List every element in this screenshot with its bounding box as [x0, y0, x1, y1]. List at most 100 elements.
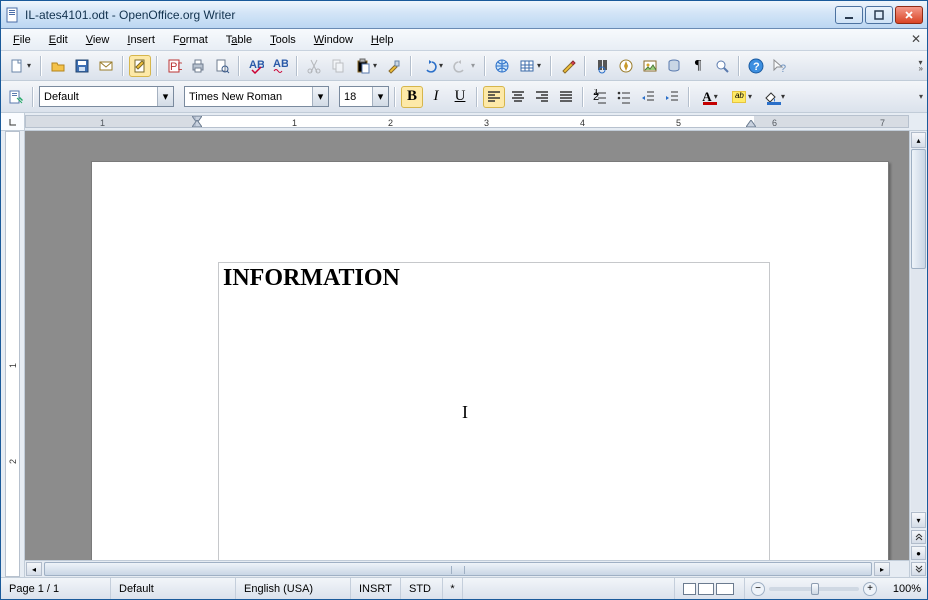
align-left-button[interactable]	[483, 86, 505, 108]
scroll-right-button[interactable]: ▸	[874, 562, 890, 576]
bold-button[interactable]: B	[401, 86, 423, 108]
horizontal-scrollbar[interactable]: ◂ ▸	[25, 560, 909, 577]
spellcheck-button[interactable]: ABC	[245, 55, 267, 77]
open-button[interactable]	[47, 55, 69, 77]
navigator-button[interactable]	[615, 55, 637, 77]
status-selection[interactable]: STD	[401, 578, 443, 599]
align-center-button[interactable]	[507, 86, 529, 108]
decrease-indent-button[interactable]	[637, 86, 659, 108]
svg-text:ABC: ABC	[273, 58, 288, 70]
status-modified: *	[443, 578, 463, 599]
paste-button[interactable]: ▾	[351, 55, 381, 77]
new-button[interactable]: ▾	[5, 55, 35, 77]
zoom-out-button[interactable]: −	[751, 582, 765, 596]
view-layout-buttons[interactable]	[675, 578, 745, 599]
styles-button[interactable]	[5, 86, 27, 108]
status-style[interactable]: Default	[111, 578, 236, 599]
auto-spellcheck-button[interactable]: ABC	[269, 55, 291, 77]
tab-stop-icon[interactable]	[1, 113, 24, 131]
zoom-button[interactable]	[711, 55, 733, 77]
vertical-scrollbar[interactable]: ▴ ▾ ●	[909, 131, 927, 577]
menu-insert[interactable]: Insert	[119, 31, 163, 49]
export-pdf-button[interactable]: PDF	[163, 55, 185, 77]
zoom-slider[interactable]: − + 100%	[745, 582, 927, 596]
menu-tools[interactable]: Tools	[262, 31, 304, 49]
font-color-button[interactable]: A▾	[695, 86, 725, 108]
redo-button[interactable]: ▾	[449, 55, 479, 77]
minimize-button[interactable]	[835, 6, 863, 24]
hyperlink-button[interactable]	[491, 55, 513, 77]
numbered-list-button[interactable]: 12	[589, 86, 611, 108]
svg-text:?: ?	[753, 61, 760, 73]
navigation-button[interactable]: ●	[911, 546, 926, 560]
table-button[interactable]: ▾	[515, 55, 545, 77]
app-icon	[5, 7, 21, 23]
status-language[interactable]: English (USA)	[236, 578, 351, 599]
menu-table[interactable]: Table	[218, 31, 260, 49]
scroll-down-button[interactable]: ▾	[911, 512, 926, 528]
heading-text: INFORMATION	[223, 265, 765, 292]
show-draw-button[interactable]	[557, 55, 579, 77]
email-button[interactable]	[95, 55, 117, 77]
underline-button[interactable]: U	[449, 86, 471, 108]
next-page-button[interactable]	[911, 562, 926, 576]
copy-button[interactable]	[327, 55, 349, 77]
print-preview-button[interactable]	[211, 55, 233, 77]
bullet-list-button[interactable]	[613, 86, 635, 108]
horizontal-ruler[interactable]: 1 1 2 3 4 5 6 7	[25, 115, 909, 128]
svg-text:?: ?	[780, 63, 786, 74]
paragraph-style-combo[interactable]: Default▾	[39, 86, 174, 107]
zoom-value[interactable]: 100%	[881, 583, 921, 595]
close-document-icon[interactable]: ✕	[911, 32, 921, 46]
chevron-down-icon[interactable]: ▾	[157, 87, 173, 106]
toolbar-overflow-icon[interactable]: ▾	[919, 94, 923, 100]
multi-page-icon[interactable]	[698, 583, 714, 595]
zoom-in-button[interactable]: +	[863, 582, 877, 596]
save-button[interactable]	[71, 55, 93, 77]
maximize-button[interactable]	[865, 6, 893, 24]
status-page[interactable]: Page 1 / 1	[1, 578, 111, 599]
undo-button[interactable]: ▾	[417, 55, 447, 77]
font-name-combo[interactable]: Times New Roman▾	[184, 86, 329, 107]
help-button[interactable]: ?	[745, 55, 767, 77]
data-sources-button[interactable]	[663, 55, 685, 77]
status-insert[interactable]: INSRT	[351, 578, 401, 599]
format-paintbrush-button[interactable]	[383, 55, 405, 77]
window-title: IL-ates4101.odt - OpenOffice.org Writer	[25, 8, 835, 22]
close-button[interactable]	[895, 6, 923, 24]
menu-format[interactable]: Format	[165, 31, 216, 49]
highlight-icon: ab	[732, 91, 746, 103]
chevron-down-icon[interactable]: ▾	[312, 87, 328, 106]
previous-page-button[interactable]	[911, 530, 926, 544]
menu-edit[interactable]: Edit	[41, 31, 76, 49]
nonprinting-button[interactable]: ¶	[687, 55, 709, 77]
gallery-button[interactable]	[639, 55, 661, 77]
highlight-button[interactable]: ab▾	[727, 86, 757, 108]
menu-bar: File Edit View Insert Format Table Tools…	[1, 29, 927, 51]
increase-indent-button[interactable]	[661, 86, 683, 108]
menu-help[interactable]: Help	[363, 31, 402, 49]
document-canvas[interactable]: INFORMATION I	[25, 131, 909, 560]
edit-file-button[interactable]	[129, 55, 151, 77]
background-color-button[interactable]: ▾	[759, 86, 789, 108]
whats-this-button[interactable]: ?	[769, 55, 791, 77]
scroll-up-button[interactable]: ▴	[911, 132, 926, 148]
find-button[interactable]	[591, 55, 613, 77]
menu-window[interactable]: Window	[306, 31, 361, 49]
text-frame[interactable]: INFORMATION	[218, 262, 770, 560]
menu-view[interactable]: View	[78, 31, 118, 49]
cut-button[interactable]	[303, 55, 325, 77]
toolbar-overflow-icon[interactable]: ▾»	[919, 60, 923, 72]
font-size-combo[interactable]: 18▾	[339, 86, 389, 107]
menu-file[interactable]: File	[5, 31, 39, 49]
chevron-down-icon[interactable]: ▾	[372, 87, 388, 106]
align-justify-button[interactable]	[555, 86, 577, 108]
text-cursor-icon: I	[462, 402, 468, 423]
align-right-button[interactable]	[531, 86, 553, 108]
italic-button[interactable]: I	[425, 86, 447, 108]
svg-text:ABC: ABC	[249, 59, 264, 71]
print-button[interactable]	[187, 55, 209, 77]
single-page-icon[interactable]	[683, 583, 696, 595]
scroll-left-button[interactable]: ◂	[26, 562, 42, 576]
book-view-icon[interactable]	[716, 583, 734, 595]
